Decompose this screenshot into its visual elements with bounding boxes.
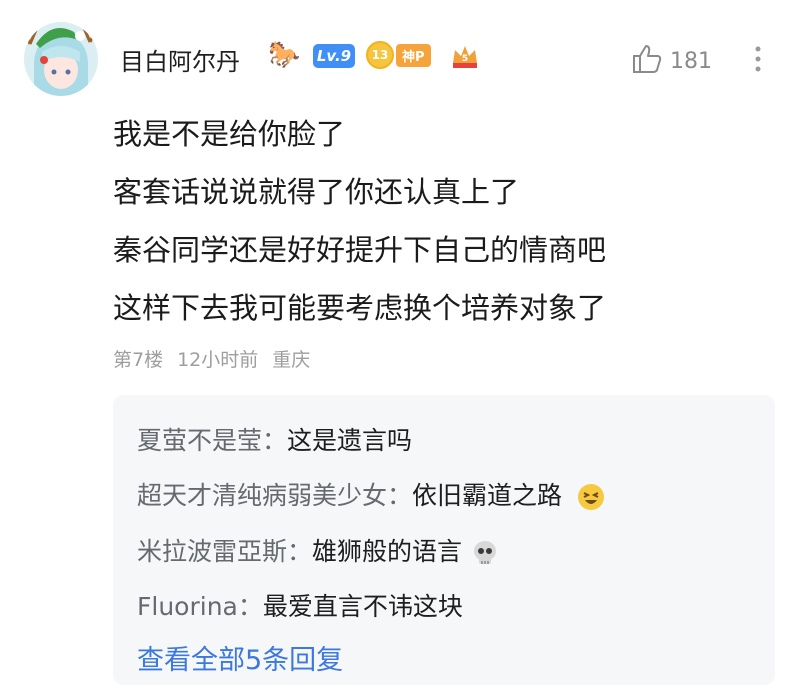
thumbs-up-icon xyxy=(630,42,664,80)
reply-text: 依旧霸道之路 xyxy=(412,481,563,510)
avatar[interactable] xyxy=(24,22,98,96)
fan-medal[interactable]: 13 神P xyxy=(366,41,431,69)
reply-author[interactable]: Fluorina xyxy=(137,592,238,621)
laughing-face-icon xyxy=(576,482,606,512)
reply-item[interactable]: 夏萤不是莹：这是遗言吗 xyxy=(137,421,412,457)
reply-text: 最爱直言不讳这块 xyxy=(262,592,463,621)
comment-line: 秦谷同学还是好好提升下自己的情商吧 xyxy=(113,233,607,267)
medal-level: 13 xyxy=(366,41,394,69)
view-all-replies-link[interactable]: 查看全部5条回复 xyxy=(137,638,343,677)
reply-item[interactable]: 米拉波雷亞斯：雄狮般的语言 xyxy=(137,532,500,568)
medal-label: 神P xyxy=(396,43,431,67)
comment-line: 客套话说说就得了你还认真上了 xyxy=(113,175,520,209)
comment-meta: 第7楼 12小时前 重庆 xyxy=(113,345,324,372)
reply-author[interactable]: 超天才清纯病弱美少女 xyxy=(137,481,387,510)
comment-line: 我是不是给你脸了 xyxy=(113,117,346,151)
crown-icon: 5 xyxy=(450,41,480,71)
skull-icon xyxy=(470,538,500,568)
replies-panel: 夏萤不是莹：这是遗言吗 超天才清纯病弱美少女：依旧霸道之路 米拉波雷亞斯：雄狮般… xyxy=(113,395,775,685)
reply-item[interactable]: 超天才清纯病弱美少女：依旧霸道之路 xyxy=(137,476,606,512)
like-button[interactable]: 181 xyxy=(630,42,712,80)
comment-line: 这样下去我可能要考虑换个培养对象了 xyxy=(113,291,607,325)
reply-text: 雄狮般的语言 xyxy=(312,537,463,566)
reply-author[interactable]: 米拉波雷亞斯 xyxy=(137,537,287,566)
level-badge: Lv.9 xyxy=(313,44,355,68)
timestamp: 12小时前 xyxy=(177,349,259,371)
reply-item[interactable]: Fluorina：最爱直言不讳这块 xyxy=(137,587,463,623)
like-count: 181 xyxy=(670,48,712,74)
comment-body: 我是不是给你脸了 客套话说说就得了你还认真上了 秦谷同学还是好好提升下自己的情商… xyxy=(113,113,606,345)
floor-number: 第7楼 xyxy=(113,349,164,371)
horse-icon: 🐎 xyxy=(268,40,301,70)
more-vertical-icon[interactable] xyxy=(752,44,764,74)
reply-author[interactable]: 夏萤不是莹 xyxy=(137,426,262,455)
username[interactable]: 目白阿尔丹 xyxy=(120,42,240,77)
svg-text:5: 5 xyxy=(462,54,468,64)
location: 重庆 xyxy=(272,349,311,371)
reply-text: 这是遗言吗 xyxy=(287,426,413,455)
